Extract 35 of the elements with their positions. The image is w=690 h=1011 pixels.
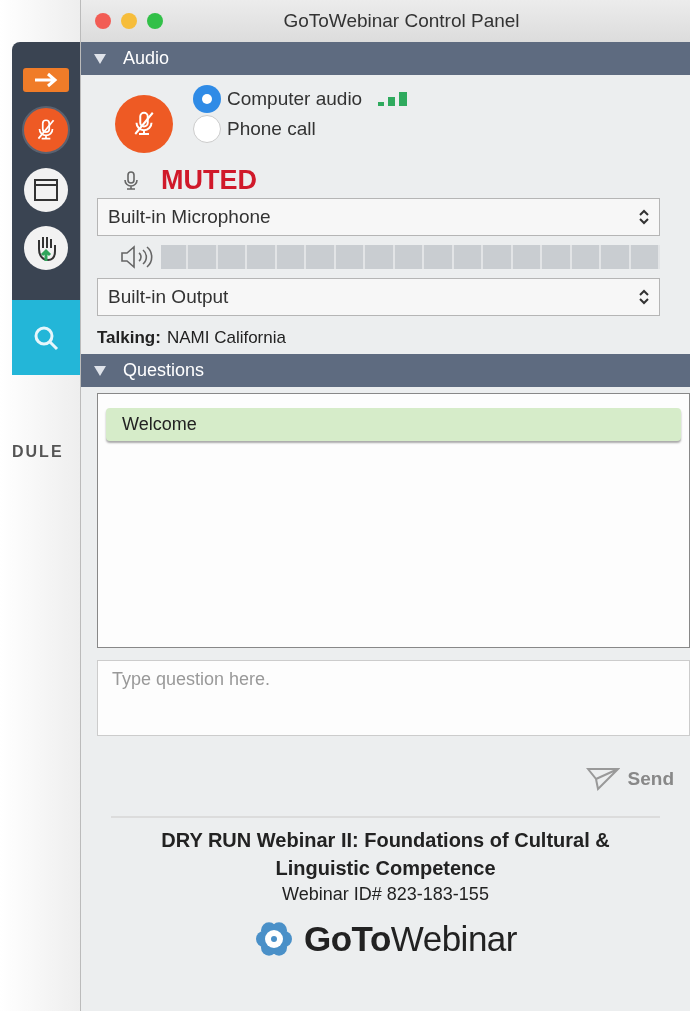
talking-label: Talking: [97,328,161,348]
up-down-chevron-icon [639,289,649,305]
section-header[interactable]: Audio [81,42,690,75]
arrow-right-icon[interactable] [23,68,69,92]
radio-label: Phone call [227,118,316,140]
cut-off-label: DULE [11,443,65,461]
raised-hand-icon[interactable] [24,226,68,270]
section-header[interactable]: Questions [81,354,690,387]
zoom-button[interactable] [147,13,163,29]
muted-status: MUTED [161,165,257,196]
collapse-triangle-icon[interactable] [93,364,107,377]
radio-button[interactable] [193,85,221,113]
flower-logo-icon [254,919,294,959]
microphone-select[interactable]: Built-in Microphone [97,198,660,236]
window-icon[interactable] [24,168,68,212]
muted-microphone-icon[interactable] [22,106,70,154]
output-select[interactable]: Built-in Output [97,278,660,316]
radio-button[interactable] [193,115,221,143]
radio-label: Computer audio [227,88,363,110]
search-button[interactable] [12,300,80,375]
window-title: GoToWebinar Control Panel [282,10,521,32]
paper-plane-icon [585,767,620,791]
speaker-icon [119,244,153,270]
question-field[interactable]: Type question here. [97,660,690,736]
close-button[interactable] [95,13,111,29]
section-title: Audio [123,48,170,69]
talking-name: NAMI California [166,328,286,348]
section-title: Questions [123,360,205,381]
webinar-title: DRY RUN Webinar II: Foundations of Cultural & Linguistic Competence [160,828,611,881]
up-down-chevron-icon [639,209,649,225]
mute-button[interactable] [115,95,173,153]
collapse-triangle-icon[interactable] [93,52,107,65]
brand-logo: GoToWebinar [304,919,517,959]
question-item[interactable]: Welcome [106,408,681,441]
webinar-id: Webinar ID# 823-183-155 [282,884,489,905]
